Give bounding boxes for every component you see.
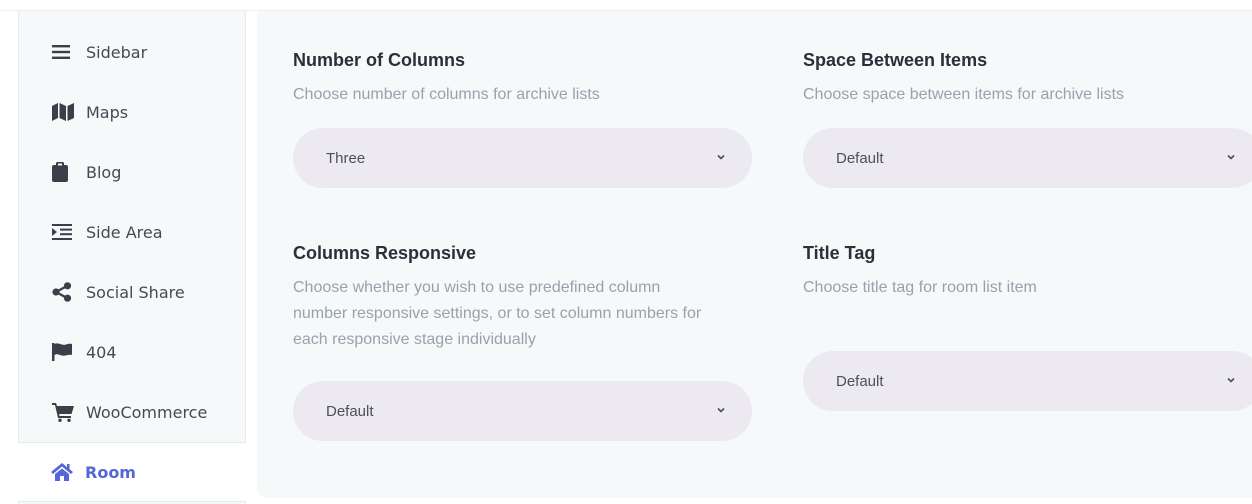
chevron-down-icon: [1227, 154, 1235, 160]
cart-icon: [52, 401, 74, 423]
sidebar-item-social-share[interactable]: Social Share: [19, 262, 245, 322]
settings-panel: Number of Columns Choose number of colum…: [257, 11, 1252, 498]
flag-icon: [52, 341, 74, 363]
sidebar-item-side-area[interactable]: Side Area: [19, 202, 245, 262]
sidebar-item-room[interactable]: Room: [18, 442, 246, 502]
sidebar-item-label: 404: [86, 342, 117, 362]
sidebar-item-label: Social Share: [86, 282, 185, 302]
chevron-down-icon: [717, 407, 725, 413]
chevron-down-icon: [1227, 377, 1235, 383]
field-description: Choose title tag for room list item: [803, 279, 1037, 296]
sidebar-item-woocommerce[interactable]: WooCommerce: [19, 382, 245, 442]
space-between-items-select[interactable]: Default: [803, 128, 1252, 188]
sidebar-item-label: Maps: [86, 102, 129, 122]
columns-responsive-select[interactable]: Default: [293, 381, 752, 441]
sidebar-item-blog[interactable]: Blog: [19, 142, 245, 202]
map-icon: [52, 101, 74, 123]
sidebar-item-label: WooCommerce: [86, 402, 208, 422]
home-icon: [51, 461, 73, 483]
columns-responsive-setting: Columns Responsive Choose whether you wi…: [293, 242, 763, 353]
sidebar-item-maps[interactable]: Maps: [19, 82, 245, 142]
select-value: Default: [836, 372, 884, 390]
title-tag-select[interactable]: Default: [803, 351, 1252, 411]
sidebar-item-404[interactable]: 404: [19, 322, 245, 382]
field-description: Choose whether you wish to use predefine…: [293, 275, 763, 353]
chevron-down-icon: [717, 154, 725, 160]
select-value: Three: [326, 149, 366, 167]
field-description: Choose number of columns for archive lis…: [293, 86, 600, 103]
share-icon: [52, 281, 74, 303]
field-description: Choose space between items for archive l…: [803, 86, 1125, 103]
title-tag-setting: Title Tag Choose title tag for room list…: [803, 242, 1252, 301]
field-title: Space Between Items: [803, 50, 988, 70]
number-of-columns-setting: Number of Columns Choose number of colum…: [293, 49, 753, 108]
field-title: Columns Responsive: [293, 243, 477, 263]
sidebar: Sidebar Maps Blog Side Area Social Share…: [18, 11, 246, 504]
select-value: Default: [326, 402, 374, 420]
sidebar-item-label: Blog: [86, 162, 122, 182]
clipboard-icon: [52, 161, 74, 183]
sidebar-item-label: Room: [85, 462, 136, 482]
sidebar-item-label: Sidebar: [86, 42, 148, 62]
sidebar-item-label: Side Area: [86, 222, 163, 242]
description-line: Choose whether you wish to use predefine…: [293, 279, 661, 296]
field-title: Title Tag: [803, 243, 876, 263]
indent-icon: [52, 221, 74, 243]
description-line: each responsive stage individually: [293, 331, 536, 348]
sidebar-item-sidebar[interactable]: Sidebar: [19, 22, 245, 82]
description-line: number responsive settings, or to set co…: [293, 305, 702, 322]
number-of-columns-select[interactable]: Three: [293, 128, 752, 188]
space-between-items-setting: Space Between Items Choose space between…: [803, 49, 1252, 108]
field-title: Number of Columns: [293, 50, 466, 70]
select-value: Default: [836, 149, 884, 167]
hamburger-icon: [52, 41, 74, 63]
